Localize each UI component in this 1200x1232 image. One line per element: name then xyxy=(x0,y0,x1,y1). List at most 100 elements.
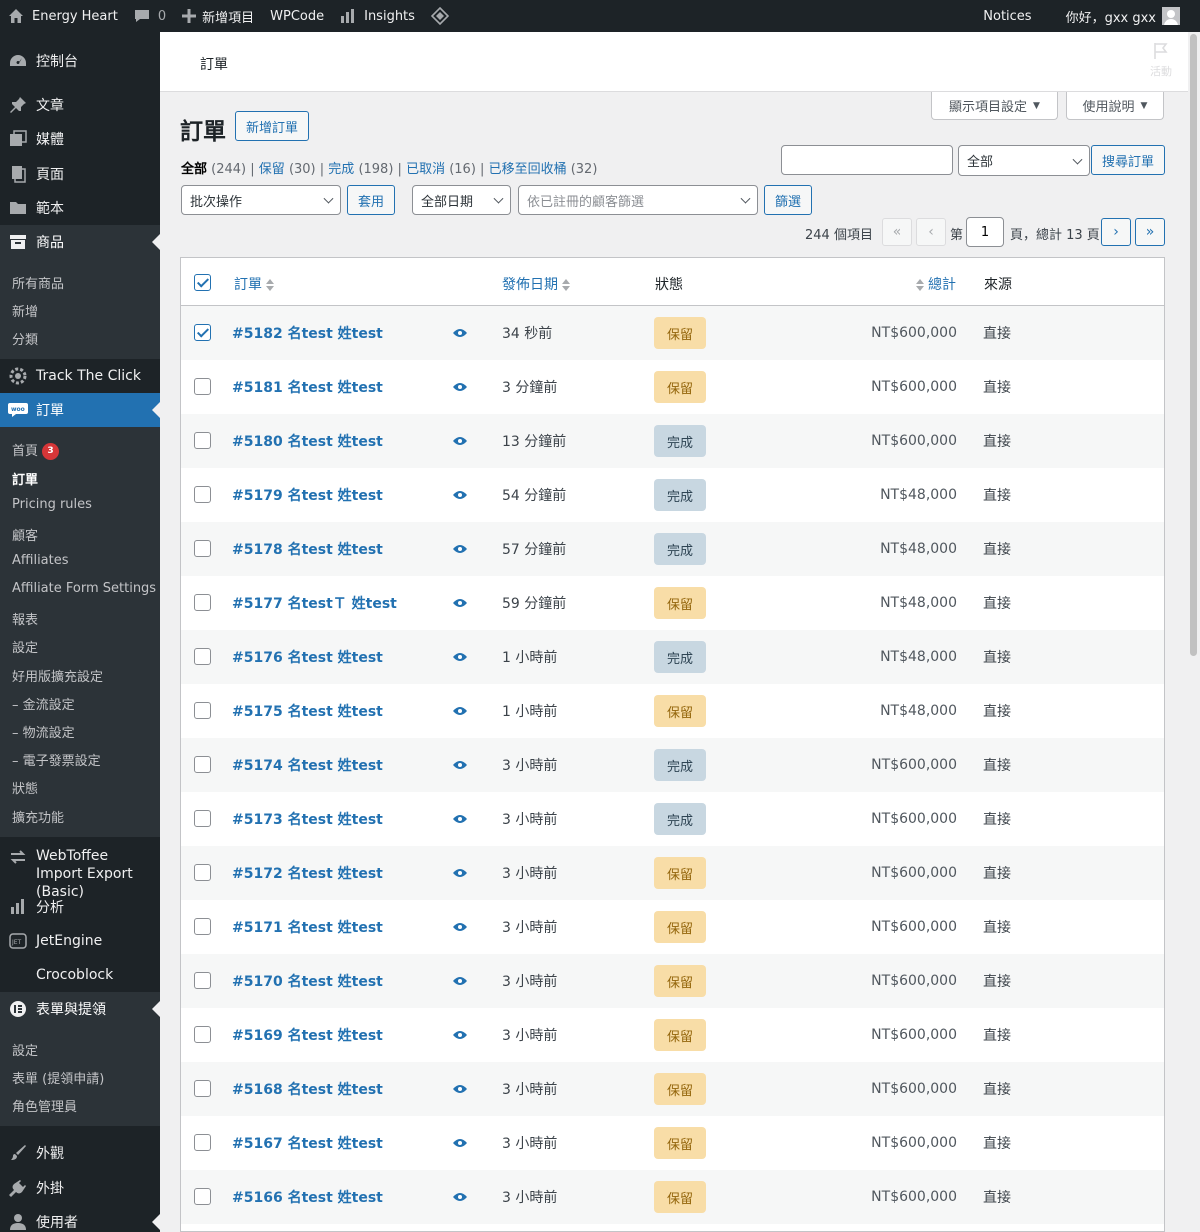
add-order-button[interactable]: 新增訂單 xyxy=(235,111,309,141)
order-link[interactable]: #5178 名test 姓test xyxy=(232,522,383,576)
preview-eye-icon[interactable] xyxy=(453,1062,467,1116)
order-link[interactable]: #5167 名test 姓test xyxy=(232,1116,383,1170)
menu-pages[interactable]: 頁面 xyxy=(0,157,160,191)
filter-all[interactable]: 全部 (244) xyxy=(181,162,246,177)
order-link[interactable]: #5181 名test 姓test xyxy=(232,360,383,414)
preview-eye-icon[interactable] xyxy=(453,306,467,360)
select-all-checkbox[interactable] xyxy=(194,274,211,291)
table-row[interactable]: #5170 名test 姓test 3 小時前 保留 NT$600,000 直接 xyxy=(181,954,1164,1008)
filter-done[interactable]: 完成 (198) xyxy=(328,162,393,177)
menu-orders[interactable]: woo 訂單 xyxy=(0,393,160,427)
menu-crocoblock[interactable]: Crocoblock xyxy=(0,958,160,992)
table-row[interactable]: #5182 名test 姓test 34 秒前 保留 NT$600,000 直接 xyxy=(181,306,1164,360)
submenu-extensions[interactable]: 擴充功能 xyxy=(12,807,64,826)
diamond-menu[interactable] xyxy=(423,0,457,32)
submenu-customers[interactable]: 顧客 xyxy=(12,525,38,544)
wp-logo-item[interactable]: Energy Heart xyxy=(0,0,126,32)
account-menu[interactable]: 你好，gxx gxx xyxy=(1066,0,1180,32)
row-checkbox[interactable] xyxy=(194,1080,211,1097)
order-link[interactable]: #5176 名test 姓test xyxy=(232,630,383,684)
submenu-withdraw-form[interactable]: 表單 (提領申請) xyxy=(12,1068,104,1087)
new-item-menu[interactable]: 新增項目 xyxy=(174,0,262,32)
table-row[interactable]: #5171 名test 姓test 3 小時前 保留 NT$600,000 直接 xyxy=(181,900,1164,954)
submenu-pricing-rules[interactable]: Pricing rules xyxy=(12,497,92,512)
search-input[interactable] xyxy=(781,145,953,175)
table-row[interactable]: #5168 名test 姓test 3 小時前 保留 NT$600,000 直接 xyxy=(181,1062,1164,1116)
table-row[interactable]: #5178 名test 姓test 57 分鐘前 完成 NT$48,000 直接 xyxy=(181,522,1164,576)
order-link[interactable]: #5172 名test 姓test xyxy=(232,846,383,900)
filter-trash[interactable]: 已移至回收桶 (32) xyxy=(489,162,598,177)
table-row[interactable]: #5176 名test 姓test 1 小時前 完成 NT$48,000 直接 xyxy=(181,630,1164,684)
submenu-form-settings[interactable]: 設定 xyxy=(12,1040,38,1059)
prev-page-button[interactable]: ‹ xyxy=(916,218,946,246)
filter-hold[interactable]: 保留 (30) xyxy=(259,162,316,177)
preview-eye-icon[interactable] xyxy=(453,468,467,522)
table-row[interactable]: #5174 名test 姓test 3 小時前 完成 NT$600,000 直接 xyxy=(181,738,1164,792)
preview-eye-icon[interactable] xyxy=(453,1170,467,1224)
current-page-input[interactable] xyxy=(966,217,1004,247)
order-link[interactable]: #5170 名test 姓test xyxy=(232,954,383,1008)
preview-eye-icon[interactable] xyxy=(453,414,467,468)
table-row[interactable]: #5175 名test 姓test 1 小時前 保留 NT$48,000 直接 xyxy=(181,684,1164,738)
preview-eye-icon[interactable] xyxy=(453,900,467,954)
menu-appearance[interactable]: 外觀 xyxy=(0,1136,160,1170)
preview-eye-icon[interactable] xyxy=(453,630,467,684)
table-row[interactable]: #5177 名testＴ 姓test 59 分鐘前 保留 NT$48,000 直接 xyxy=(181,576,1164,630)
menu-webtoffee[interactable]: WebToffee Import Export (Basic) xyxy=(0,845,160,900)
row-checkbox[interactable] xyxy=(194,918,211,935)
row-checkbox[interactable] xyxy=(194,810,211,827)
row-checkbox[interactable] xyxy=(194,648,211,665)
submenu-settings[interactable]: 設定 xyxy=(12,637,38,656)
first-page-button[interactable]: « xyxy=(882,218,912,246)
order-link[interactable]: #5173 名test 姓test xyxy=(232,792,383,846)
order-link[interactable]: #5168 名test 姓test xyxy=(232,1062,383,1116)
menu-jetengine[interactable]: JET JetEngine xyxy=(0,924,160,958)
preview-eye-icon[interactable] xyxy=(453,846,467,900)
row-checkbox[interactable] xyxy=(194,486,211,503)
order-link[interactable]: #5166 名test 姓test xyxy=(232,1170,383,1224)
submenu-affiliates[interactable]: Affiliates xyxy=(12,553,69,568)
submenu-affiliate-form-settings[interactable]: Affiliate Form Settings xyxy=(12,581,156,596)
submenu-categories[interactable]: 分類 xyxy=(12,329,38,348)
date-filter-select[interactable]: 全部日期 xyxy=(412,185,511,215)
table-row[interactable]: #5169 名test 姓test 3 小時前 保留 NT$600,000 直接 xyxy=(181,1008,1164,1062)
submenu-orders[interactable]: 訂單 xyxy=(12,469,38,488)
screen-options-button[interactable]: 顯示項目設定 ▼ xyxy=(931,92,1058,120)
menu-products[interactable]: 商品 xyxy=(0,225,160,259)
submenu-invoice-settings[interactable]: – 電子發票設定 xyxy=(12,750,101,769)
submenu-extended-settings[interactable]: 好用版擴充設定 xyxy=(12,666,103,685)
submenu-home[interactable]: 首頁 3 xyxy=(12,440,60,460)
table-row[interactable]: #5181 名test 姓test 3 分鐘前 保留 NT$600,000 直接 xyxy=(181,360,1164,414)
preview-eye-icon[interactable] xyxy=(453,576,467,630)
preview-eye-icon[interactable] xyxy=(453,1116,467,1170)
preview-eye-icon[interactable] xyxy=(453,684,467,738)
row-checkbox[interactable] xyxy=(194,972,211,989)
next-page-button[interactable]: › xyxy=(1101,218,1131,246)
order-link[interactable]: #5177 名testＴ 姓test xyxy=(232,576,397,630)
order-link[interactable]: #5175 名test 姓test xyxy=(232,684,383,738)
notices-menu[interactable]: Notices xyxy=(975,0,1065,32)
submenu-status[interactable]: 狀態 xyxy=(12,778,38,797)
menu-media[interactable]: 媒體 xyxy=(0,122,160,156)
scrollbar-thumb[interactable] xyxy=(1190,34,1197,656)
wpcode-menu[interactable]: WPCode xyxy=(262,0,332,32)
row-checkbox[interactable] xyxy=(194,1134,211,1151)
activity-panel[interactable]: 活動 xyxy=(1150,42,1172,79)
comments-item[interactable]: 0 xyxy=(126,0,174,32)
row-checkbox[interactable] xyxy=(194,1188,211,1205)
column-date[interactable]: 發佈日期 xyxy=(502,274,570,294)
row-checkbox[interactable] xyxy=(194,864,211,881)
preview-eye-icon[interactable] xyxy=(453,792,467,846)
search-orders-button[interactable]: 搜尋訂單 xyxy=(1091,145,1165,175)
row-checkbox[interactable] xyxy=(194,756,211,773)
customer-filter-select[interactable]: 依已註冊的顧客篩選 xyxy=(518,185,758,215)
preview-eye-icon[interactable] xyxy=(453,1008,467,1062)
menu-track-the-click[interactable]: Track The Click xyxy=(0,359,160,393)
help-button[interactable]: 使用說明 ▼ xyxy=(1066,92,1164,120)
row-checkbox[interactable] xyxy=(194,702,211,719)
preview-eye-icon[interactable] xyxy=(453,738,467,792)
filter-cancelled[interactable]: 已取消 (16) xyxy=(406,162,476,177)
menu-dashboard[interactable]: 控制台 xyxy=(0,44,160,78)
order-link[interactable]: #5171 名test 姓test xyxy=(232,900,383,954)
row-checkbox[interactable] xyxy=(194,324,211,341)
